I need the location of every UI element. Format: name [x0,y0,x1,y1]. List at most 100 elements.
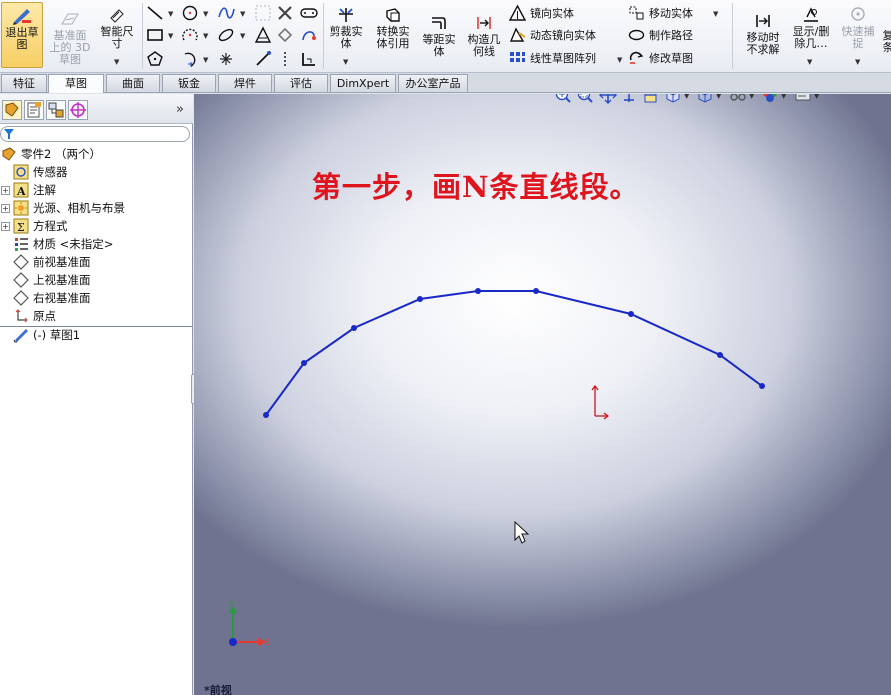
tab-features[interactable]: 特征 [1,74,47,92]
sketch-endpoint[interactable] [628,311,634,317]
display-delete-dropdown-arrow[interactable]: ▼ [807,58,812,66]
sketch-endpoint[interactable] [263,412,269,418]
make-path-button[interactable]: 制作路径 [628,27,693,43]
trim-dropdown-arrow[interactable]: ▼ [343,58,348,66]
line-dropdown-arrow[interactable]: ▼ [168,10,173,18]
slot-icon[interactable] [300,4,318,22]
sensors-icon [13,164,29,180]
mirror-entities-button[interactable]: 镜向实体 [509,5,574,21]
expand-toggle-icon[interactable]: + [1,203,10,213]
dynamic-mirror-label: 动态镜向实体 [530,29,596,42]
sketch-relation-icon[interactable] [276,4,294,22]
plane-icon [13,254,29,270]
construction-geometry-label: 构造几 何线 [467,33,501,58]
construction-geometry-button[interactable]: 构造几 何线 [462,14,506,66]
sketch-endpoint[interactable] [351,325,357,331]
tangent-arc-icon[interactable] [181,50,199,68]
chamfer-icon[interactable] [276,26,294,44]
modify-sketch-button[interactable]: 修改草图 [628,50,693,66]
fillet-sketch-icon[interactable] [254,4,272,22]
centerline-icon[interactable] [254,50,272,68]
plane-sketch-icon[interactable] [300,50,318,68]
arc-dropdown-arrow[interactable]: ▼ [203,32,208,40]
tree-item-front-plane[interactable]: 前视基准面 [0,253,192,271]
property-manager-tab[interactable] [24,100,44,120]
tree-item-annotations[interactable]: + A 注解 [0,181,192,199]
sketch-endpoint[interactable] [301,360,307,366]
tree-item-right-plane[interactable]: 右视基准面 [0,289,192,307]
sketch-endpoint[interactable] [759,383,765,389]
line-icon[interactable] [146,4,164,22]
spline-icon[interactable] [217,4,235,22]
tab-sheet-metal[interactable]: 钣金 [162,74,216,92]
sketch-polyline[interactable] [265,290,763,416]
tree-item-equations[interactable]: + Σ 方程式 [0,217,192,235]
panel-expand-arrows-icon[interactable]: » [176,102,184,117]
circle-dropdown-arrow[interactable]: ▼ [203,10,208,18]
spline-dropdown-arrow[interactable]: ▼ [240,10,245,18]
display-delete-relations-button[interactable]: 显示/删 除几… [788,6,834,58]
tree-item-top-plane[interactable]: 上视基准面 [0,271,192,289]
offset-entities-button[interactable]: 等距实 体 [418,14,460,66]
polygon-icon[interactable] [146,50,164,68]
rectangle-icon[interactable] [146,26,164,44]
tab-sketch[interactable]: 草图 [48,74,104,93]
sketch-offset-curve-icon[interactable] [300,26,318,44]
cut-off-label: 复 条 [882,30,891,54]
smart-dimension-icon [110,9,124,23]
tree-item-sensors[interactable]: 传感器 [0,163,192,181]
tree-root-label: 零件2 （两个） [21,147,101,161]
expand-toggle-icon[interactable]: + [1,185,10,195]
tangent-arc-dropdown-arrow[interactable]: ▼ [203,56,208,64]
quick-snaps-button[interactable]: 快速捕 捉 [836,6,880,58]
arc-icon[interactable] [181,26,199,44]
sketch-endpoint[interactable] [475,288,481,294]
tab-weldments[interactable]: 焊件 [218,74,272,92]
move-entities-button[interactable]: 移动实体 [628,5,693,21]
quick-snaps-dropdown-arrow[interactable]: ▼ [855,58,860,66]
modify-sketch-label: 修改草图 [649,52,693,65]
feature-tree-filter-input[interactable] [0,126,190,142]
ellipse-dropdown-arrow[interactable]: ▼ [240,32,245,40]
sketch-endpoint[interactable] [717,352,723,358]
configuration-manager-tab[interactable] [46,100,66,120]
expand-toggle-icon[interactable]: + [1,221,10,231]
tree-item-sketch1[interactable]: (-) 草图1 [0,326,192,344]
move-entities-dropdown-arrow[interactable]: ▼ [713,10,718,18]
tree-item-lights-cameras[interactable]: + 光源、相机与布景 [0,199,192,217]
tree-item-material[interactable]: 材质 <未指定> [0,235,192,253]
dynamic-mirror-button[interactable]: 动态镜向实体 [509,27,596,43]
linear-pattern-dropdown-arrow[interactable]: ▼ [617,56,622,64]
plane-icon [13,290,29,306]
equations-icon: Σ [13,218,29,234]
tab-surfaces[interactable]: 曲面 [106,74,160,92]
material-icon [15,238,28,251]
smart-dimension-dropdown-arrow[interactable]: ▼ [114,58,119,66]
convert-entities-button[interactable]: 转换实 体引用 [370,6,416,68]
construction-geometry-icon [477,17,491,29]
move-without-solving-button[interactable]: 移动时 不求解 [740,12,786,64]
tree-item-origin[interactable]: 原点 [0,307,192,325]
exit-sketch-button[interactable]: 退出草 图 [1,2,43,68]
cut-off-button[interactable]: 复 条 [882,30,891,64]
sketch-endpoint[interactable] [417,296,423,302]
linear-pattern-label: 线性草图阵列 [530,52,596,65]
ellipse-icon[interactable] [217,26,235,44]
tab-evaluate[interactable]: 评估 [274,74,328,92]
tree-root-part[interactable]: 零件2 （两个） [0,145,192,163]
feature-manager-tab[interactable] [2,100,22,120]
sketch-endpoint[interactable] [533,288,539,294]
linear-pattern-button[interactable]: 线性草图阵列 [509,50,596,66]
lights-cameras-icon [13,200,29,216]
3d-sketch-on-plane-button[interactable]: 基准面 上的 3D 草图 [46,6,94,68]
graphics-viewport[interactable]: ▼ ▼ ▼ ▼ ▼ Y X 第一步，画N条直线段。 *前视 [194,94,891,695]
tab-dimxpert[interactable]: DimXpert [330,74,396,92]
modify-sketch-icon [629,51,644,64]
circle-icon[interactable] [181,4,199,22]
rectangle-dropdown-arrow[interactable]: ▼ [168,32,173,40]
dimxpert-manager-tab[interactable] [68,100,88,120]
sketch-chamfer-icon[interactable] [276,50,294,68]
tab-office-products[interactable]: 办公室产品 [398,74,468,92]
point-icon[interactable] [217,50,235,68]
text-sketch-icon[interactable] [254,26,272,44]
